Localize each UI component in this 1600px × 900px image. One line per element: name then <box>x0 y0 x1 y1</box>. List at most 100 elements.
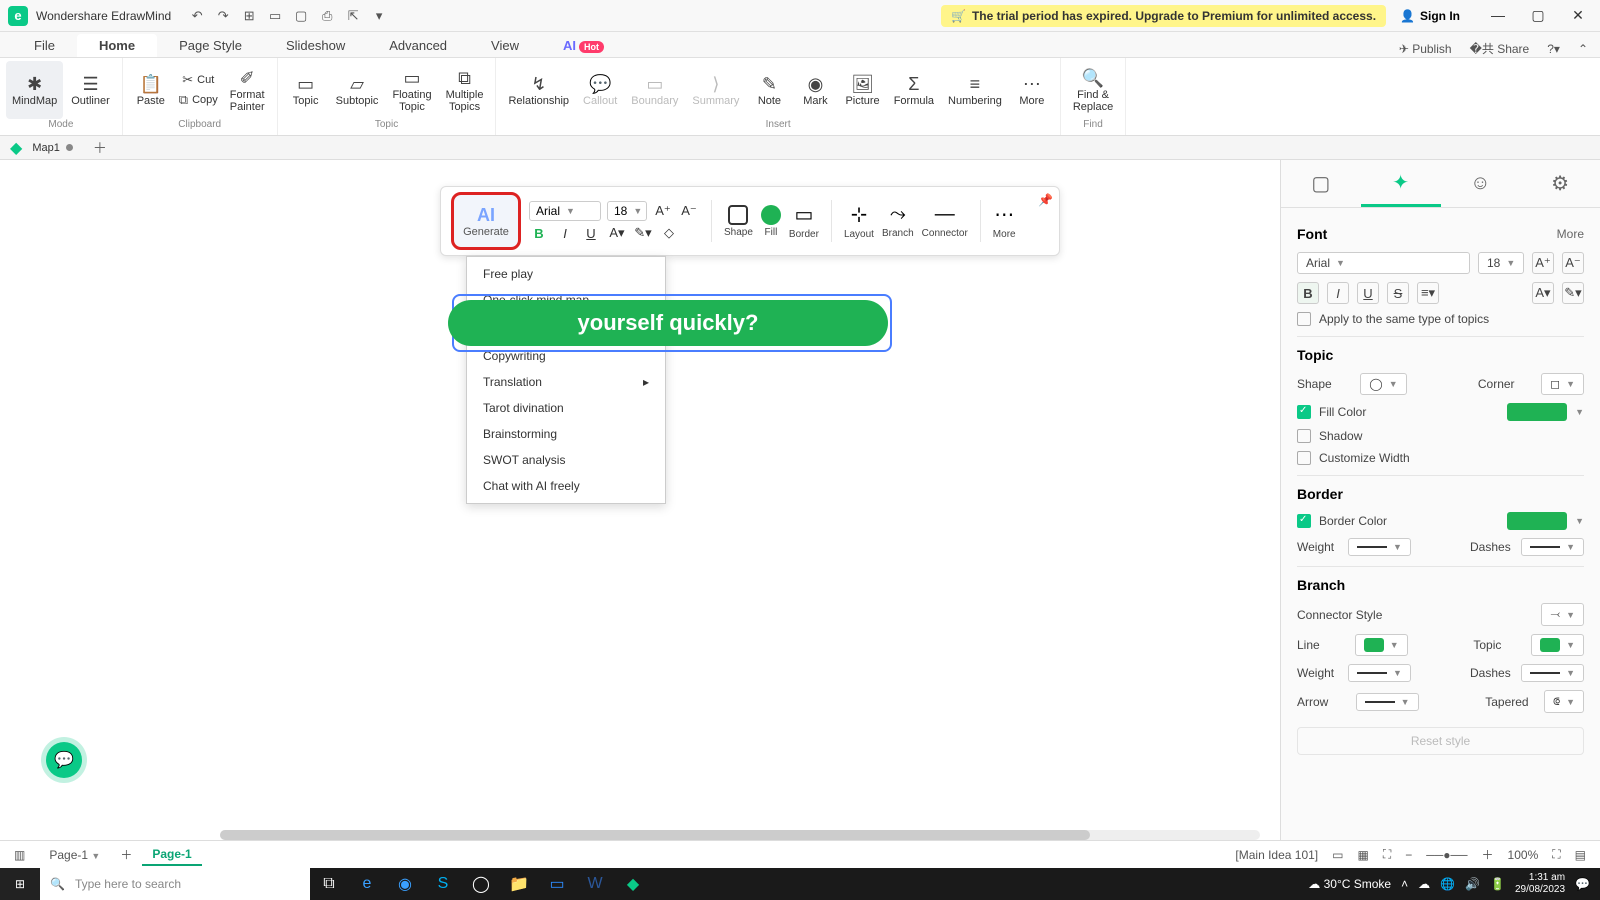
highlight-icon[interactable]: ✎▾ <box>633 225 653 241</box>
border-color-chip[interactable] <box>1507 512 1567 530</box>
zoom-in-icon[interactable]: ＋ <box>1482 846 1494 863</box>
bold-toggle[interactable]: B <box>1297 282 1319 304</box>
page-tab-active[interactable]: Page-1 <box>142 844 201 866</box>
zoom-slider[interactable]: ──●── <box>1426 848 1467 862</box>
branch-line-dropdown[interactable]: ▼ <box>1355 634 1408 656</box>
font-grow-icon[interactable]: A⁺ <box>1532 252 1554 274</box>
branch-arrow-dropdown[interactable]: ▼ <box>1356 693 1419 711</box>
font-family-select[interactable]: Arial▼ <box>529 201 601 221</box>
minimize-icon[interactable]: — <box>1484 7 1512 24</box>
summary-button[interactable]: ⟩Summary <box>686 61 745 119</box>
menu-tarot[interactable]: Tarot divination <box>467 395 665 421</box>
print-icon[interactable]: ⎙ <box>319 8 335 24</box>
save-icon[interactable]: ▢ <box>293 8 309 24</box>
subtopic-button[interactable]: ▱Subtopic <box>330 61 385 119</box>
note-button[interactable]: ✎Note <box>747 61 791 119</box>
picture-button[interactable]: 🖼Picture <box>839 61 885 119</box>
cut-button[interactable]: ✂Cut <box>175 70 222 90</box>
sign-in-button[interactable]: 👤 Sign In <box>1400 9 1460 23</box>
chrome-icon[interactable]: ◯ <box>462 868 500 900</box>
mark-button[interactable]: ◉Mark <box>793 61 837 119</box>
highlight-dropdown[interactable]: ✎▾ <box>1562 282 1584 304</box>
border-button[interactable]: ▭Border <box>789 202 819 240</box>
edge-icon[interactable]: ◉ <box>386 868 424 900</box>
add-tab-button[interactable]: ＋ <box>93 138 107 158</box>
branch-weight-dropdown[interactable]: ▼ <box>1348 664 1411 682</box>
trial-banner[interactable]: 🛒 The trial period has expired. Upgrade … <box>941 5 1386 27</box>
taskbar-search[interactable]: 🔍Type here to search <box>40 868 310 900</box>
bold-icon[interactable]: B <box>529 226 549 241</box>
italic-icon[interactable]: I <box>555 226 575 241</box>
ie-icon[interactable]: e <box>348 868 386 900</box>
qat-more-icon[interactable]: ▾ <box>371 8 387 24</box>
panel-tab-layout[interactable]: ▢ <box>1281 160 1361 207</box>
ai-generate-button[interactable]: AI Generate <box>451 192 521 250</box>
relationship-button[interactable]: ↯Relationship <box>502 61 575 119</box>
font-family-dropdown[interactable]: Arial▼ <box>1297 252 1470 274</box>
callout-button[interactable]: 💬Callout <box>577 61 623 119</box>
tray-chevron-icon[interactable]: ˄ <box>1401 877 1408 891</box>
zoom-app-icon[interactable]: ▭ <box>538 868 576 900</box>
word-icon[interactable]: W <box>576 868 614 900</box>
shadow-checkbox[interactable] <box>1297 429 1311 443</box>
font-increase-icon[interactable]: A⁺ <box>653 203 673 219</box>
branch-tapered-dropdown[interactable]: ⟃ ▼ <box>1544 690 1584 713</box>
font-size-dropdown[interactable]: 18▼ <box>1478 252 1524 274</box>
new-icon[interactable]: ⊞ <box>241 8 257 24</box>
find-replace-button[interactable]: 🔍Find & Replace <box>1067 61 1119 119</box>
reset-style-button[interactable]: Reset style <box>1297 727 1584 755</box>
tab-advanced[interactable]: Advanced <box>367 34 469 57</box>
zoom-value[interactable]: 100% <box>1508 848 1539 862</box>
panel-toggle-icon[interactable]: ▤ <box>1575 848 1586 862</box>
tab-home[interactable]: Home <box>77 34 157 57</box>
explorer-icon[interactable]: 📁 <box>500 868 538 900</box>
font-color-dropdown[interactable]: A▾ <box>1532 282 1554 304</box>
export-icon[interactable]: ⇱ <box>345 8 361 24</box>
fit-page-icon[interactable]: ⛶ <box>1383 847 1391 862</box>
battery-icon[interactable]: 🔋 <box>1490 877 1505 891</box>
skype-icon[interactable]: S <box>424 868 462 900</box>
mindmap-button[interactable]: ✱MindMap <box>6 61 63 119</box>
redo-icon[interactable]: ↷ <box>215 8 231 24</box>
more-insert-button[interactable]: ⋯More <box>1010 61 1054 119</box>
font-shrink-icon[interactable]: A⁻ <box>1562 252 1584 274</box>
tab-slideshow[interactable]: Slideshow <box>264 34 367 57</box>
horizontal-scrollbar[interactable] <box>220 830 1260 840</box>
font-size-select[interactable]: 18▼ <box>607 201 647 221</box>
connector-style-dropdown[interactable]: ⤙ ▼ <box>1541 603 1584 626</box>
notifications-icon[interactable]: 💬 <box>1575 877 1590 891</box>
menu-brainstorming[interactable]: Brainstorming <box>467 421 665 447</box>
tab-file[interactable]: File <box>12 34 77 57</box>
layout-button[interactable]: ⊹Layout <box>844 202 874 240</box>
edrawmind-icon[interactable]: ◆ <box>614 868 652 900</box>
close-icon[interactable]: ✕ <box>1564 7 1592 24</box>
task-view-icon[interactable]: ⧉ <box>310 868 348 900</box>
volume-icon[interactable]: 🔊 <box>1465 877 1480 891</box>
scroll-thumb[interactable] <box>220 830 1090 840</box>
apply-same-checkbox[interactable] <box>1297 312 1311 326</box>
view-mode-2-icon[interactable]: ▦ <box>1358 848 1369 862</box>
add-page-button[interactable]: ＋ <box>120 846 132 863</box>
undo-icon[interactable]: ↶ <box>189 8 205 24</box>
clock[interactable]: 1:31 am29/08/2023 <box>1515 872 1565 896</box>
panel-tab-settings[interactable]: ⚙ <box>1520 160 1600 207</box>
underline-toggle[interactable]: U <box>1357 282 1379 304</box>
floating-topic-button[interactable]: ▭Floating Topic <box>386 61 437 119</box>
font-decrease-icon[interactable]: A⁻ <box>679 203 699 219</box>
format-painter-button[interactable]: ✐Format Painter <box>224 61 271 119</box>
help-icon[interactable]: ?▾ <box>1547 42 1560 56</box>
panel-tab-icon[interactable]: ☺ <box>1441 160 1521 207</box>
branch-topic-dropdown[interactable]: ▼ <box>1531 634 1584 656</box>
page-tab-1[interactable]: Page-1 ▼ <box>39 845 110 865</box>
more-button[interactable]: ⋯More <box>993 202 1016 240</box>
formula-button[interactable]: ΣFormula <box>888 61 940 119</box>
share-button[interactable]: �共 Share <box>1470 40 1530 57</box>
outline-view-icon[interactable]: ▥ <box>14 848 25 862</box>
tab-page-style[interactable]: Page Style <box>157 34 264 57</box>
corner-dropdown[interactable]: ◻ ▼ <box>1541 373 1584 395</box>
paste-button[interactable]: 📋Paste <box>129 61 173 119</box>
numbering-button[interactable]: ≡Numbering <box>942 61 1008 119</box>
open-icon[interactable]: ▭ <box>267 8 283 24</box>
tab-view[interactable]: View <box>469 34 541 57</box>
font-color-icon[interactable]: A▾ <box>607 225 627 241</box>
